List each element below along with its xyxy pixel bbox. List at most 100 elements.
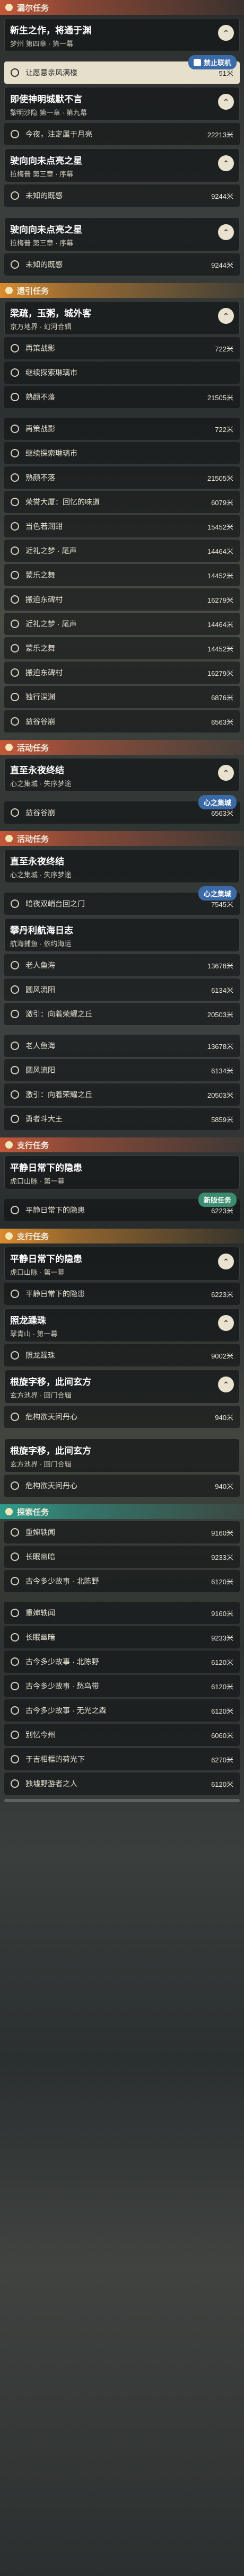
track-circle-icon[interactable] bbox=[11, 717, 19, 726]
task-row[interactable]: 老人鱼海 13678米 bbox=[4, 954, 240, 976]
track-circle-icon[interactable] bbox=[11, 1042, 19, 1050]
task-row[interactable]: 搬迫东碑村 16279米 bbox=[4, 588, 240, 611]
task-row[interactable]: 再策战影 722米 bbox=[4, 418, 240, 440]
quest-card[interactable]: 平静日常下的隐患 虎口山脉 · 第一幕 bbox=[4, 1155, 240, 1189]
task-row[interactable]: 未知的既感 9244米 bbox=[4, 253, 240, 276]
track-circle-icon[interactable] bbox=[11, 260, 19, 269]
task-row[interactable]: 圆风流阳 6134米 bbox=[4, 1059, 240, 1081]
track-circle-icon[interactable] bbox=[11, 1351, 19, 1360]
quest-card[interactable]: 攀丹利航海日志 航海捕鱼 · 依约海运 bbox=[4, 918, 240, 952]
task-row[interactable]: 老人鱼海 13678米 bbox=[4, 1035, 240, 1057]
track-circle-icon[interactable] bbox=[11, 498, 19, 506]
task-row[interactable]: 古今多少故事 · 无光之森 6120米 bbox=[4, 1699, 240, 1722]
track-circle-icon[interactable] bbox=[11, 546, 19, 555]
task-row[interactable]: 搬迫东碑村 16279米 bbox=[4, 661, 240, 684]
task-row[interactable]: 激引：向着荣耀之丘 20503米 bbox=[4, 1083, 240, 1106]
quest-card[interactable]: 直至永夜终结 心之集城 · 失序梦途 ⌃ bbox=[4, 758, 240, 792]
task-row[interactable]: 近礼之梦 · 尾声 14464米 bbox=[4, 540, 240, 562]
scroll-indicator[interactable] bbox=[4, 1799, 240, 1802]
track-circle-icon[interactable] bbox=[11, 985, 19, 994]
quest-card[interactable]: 平静日常下的隐患 虎口山脉 · 第一幕 ⌃ bbox=[4, 1247, 240, 1281]
track-circle-icon[interactable] bbox=[11, 1577, 19, 1585]
task-row[interactable]: 古今多少故事 · 愁乌带 6120米 bbox=[4, 1675, 240, 1697]
task-row[interactable]: 益谷谷崩 6563米 心之集城 bbox=[4, 795, 240, 824]
collapse-button[interactable]: ⌃ bbox=[218, 765, 234, 781]
track-circle-icon[interactable] bbox=[11, 473, 19, 482]
quest-card[interactable]: 照龙躁珠 翠青山 · 第一幕 ⌃ bbox=[4, 1308, 240, 1342]
track-circle-icon[interactable] bbox=[11, 368, 19, 377]
track-circle-icon[interactable] bbox=[11, 393, 19, 401]
track-circle-icon[interactable] bbox=[11, 522, 19, 531]
task-row[interactable]: 今夜，注定属于月亮 22213米 bbox=[4, 123, 240, 145]
track-circle-icon[interactable] bbox=[11, 449, 19, 457]
track-circle-icon[interactable] bbox=[11, 1481, 19, 1490]
track-circle-icon[interactable] bbox=[11, 668, 19, 677]
track-circle-icon[interactable] bbox=[11, 1115, 19, 1123]
collapse-button[interactable]: ⌃ bbox=[218, 155, 234, 171]
task-row[interactable]: 独行深渊 6876米 bbox=[4, 686, 240, 708]
task-row[interactable]: 熟颜不落 21505米 bbox=[4, 466, 240, 489]
track-circle-icon[interactable] bbox=[11, 1090, 19, 1099]
task-row[interactable]: 荣誉大厦：回忆的味道 6079米 bbox=[4, 491, 240, 513]
task-row[interactable]: 熟颜不落 21505米 bbox=[4, 386, 240, 408]
task-row[interactable]: 危构欲天问丹心 940米 bbox=[4, 1475, 240, 1497]
track-circle-icon[interactable] bbox=[11, 1413, 19, 1421]
quest-card[interactable]: 直至永夜终结 心之集城 · 失序梦途 bbox=[4, 849, 240, 883]
track-circle-icon[interactable] bbox=[11, 1779, 19, 1788]
track-circle-icon[interactable] bbox=[11, 191, 19, 200]
track-circle-icon[interactable] bbox=[11, 130, 19, 138]
track-circle-icon[interactable] bbox=[11, 644, 19, 652]
task-row[interactable]: 暗夜双峭台回之门 7545米 心之集城 bbox=[4, 886, 240, 915]
task-row[interactable]: 重婶轶闻 9160米 bbox=[4, 1602, 240, 1624]
track-circle-icon[interactable] bbox=[11, 1633, 19, 1642]
task-row[interactable]: 益谷谷崩 6563米 bbox=[4, 710, 240, 733]
task-row[interactable]: 危构欲天问丹心 940米 bbox=[4, 1406, 240, 1428]
task-row[interactable]: 照龙躁珠 9002米 bbox=[4, 1344, 240, 1366]
task-row[interactable]: 平静日常下的隐患 6223米 bbox=[4, 1283, 240, 1305]
quest-card[interactable]: 驶向向未点亮之星 拉梅普 第三章 · 序幕 ⌃ bbox=[4, 217, 240, 251]
track-circle-icon[interactable] bbox=[11, 899, 19, 908]
track-circle-icon[interactable] bbox=[11, 1206, 19, 1214]
track-circle-icon[interactable] bbox=[11, 1552, 19, 1561]
task-row[interactable]: 继续探索琳璃市 bbox=[4, 442, 240, 464]
task-row[interactable]: 近礼之梦 · 尾声 14464米 bbox=[4, 613, 240, 635]
collapse-button[interactable]: ⌃ bbox=[218, 25, 234, 41]
track-circle-icon[interactable] bbox=[11, 595, 19, 604]
task-row[interactable]: 蒙乐之舞 14452米 bbox=[4, 564, 240, 586]
collapse-button[interactable]: ⌃ bbox=[218, 1377, 234, 1392]
task-row[interactable]: 长眠幽暗 9233米 bbox=[4, 1546, 240, 1568]
task-row[interactable]: 长眠幽暗 9233米 bbox=[4, 1626, 240, 1648]
quest-card[interactable]: 根旋字移，此间玄方 玄方池界 · 回门合辑 ⌃ bbox=[4, 1370, 240, 1404]
track-circle-icon[interactable] bbox=[11, 1066, 19, 1074]
task-row[interactable]: 继续探索琳璃市 bbox=[4, 361, 240, 384]
task-row[interactable]: 蒙乐之舞 14452米 bbox=[4, 637, 240, 659]
collapse-button[interactable]: ⌃ bbox=[218, 1315, 234, 1331]
task-row[interactable]: 再策战影 722米 bbox=[4, 337, 240, 359]
task-row[interactable]: 未知的既感 9244米 bbox=[4, 184, 240, 207]
track-circle-icon[interactable] bbox=[11, 68, 19, 77]
task-row[interactable]: 平静日常下的隐患 6223米 新版任务 bbox=[4, 1193, 240, 1221]
track-circle-icon[interactable] bbox=[11, 693, 19, 701]
track-circle-icon[interactable] bbox=[11, 1682, 19, 1690]
track-circle-icon[interactable] bbox=[11, 961, 19, 969]
track-circle-icon[interactable] bbox=[11, 1609, 19, 1617]
task-row[interactable]: 别忆今州 6060米 bbox=[4, 1724, 240, 1746]
track-circle-icon[interactable] bbox=[11, 808, 19, 817]
task-row[interactable]: 当色若润甜 15452米 bbox=[4, 515, 240, 537]
track-circle-icon[interactable] bbox=[11, 344, 19, 352]
quest-card[interactable]: 根旋字移，此间玄方 玄方池界 · 回门合辑 bbox=[4, 1439, 240, 1472]
collapse-button[interactable]: ⌃ bbox=[218, 94, 234, 110]
quest-card[interactable]: 新生之作，将通于渊 梦州 第四章 · 第一幕 ⌃ bbox=[4, 18, 240, 52]
track-circle-icon[interactable] bbox=[11, 1528, 19, 1537]
quest-card[interactable]: 即使神明城默不言 黎明沙隐 第一章 · 第九幕 ⌃ bbox=[4, 87, 240, 121]
collapse-button[interactable]: ⌃ bbox=[218, 1254, 234, 1269]
track-circle-icon[interactable] bbox=[11, 425, 19, 433]
task-row[interactable]: 勇者斗大王 5859米 bbox=[4, 1108, 240, 1130]
track-circle-icon[interactable] bbox=[11, 620, 19, 628]
track-circle-icon[interactable] bbox=[11, 571, 19, 579]
quest-card[interactable]: 梁疏，玉粥，城外客 京万地界 · 幻河合辑 ⌃ bbox=[4, 301, 240, 335]
task-row[interactable]: 古今多少故事 · 北陈野 6120米 bbox=[4, 1651, 240, 1673]
track-circle-icon[interactable] bbox=[11, 1657, 19, 1666]
track-circle-icon[interactable] bbox=[11, 1706, 19, 1715]
collapse-button[interactable]: ⌃ bbox=[218, 224, 234, 240]
